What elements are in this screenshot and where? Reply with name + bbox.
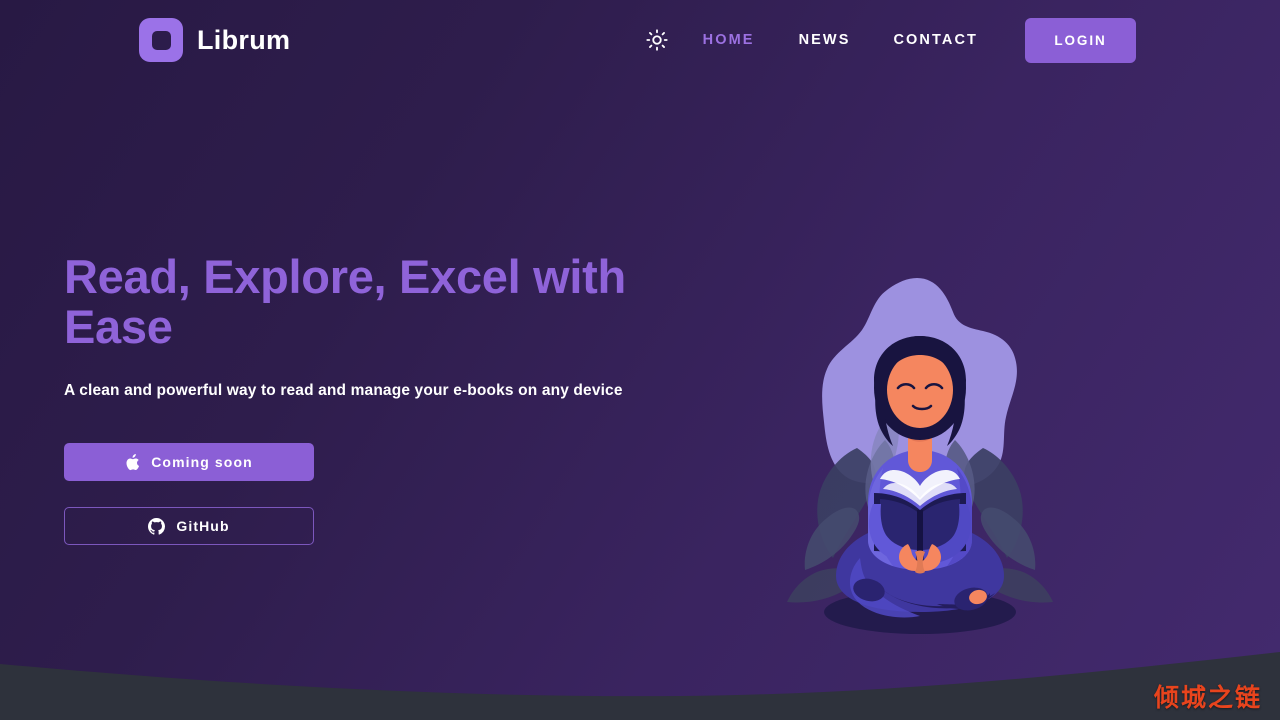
brand-name: Librum: [197, 24, 291, 55]
apple-icon: [125, 453, 140, 471]
nav-link-home[interactable]: HOME: [703, 32, 755, 48]
hero-section: Read, Explore, Excel with Ease A clean a…: [64, 252, 664, 545]
nav-link-contact[interactable]: CONTACT: [893, 32, 978, 48]
square-outline-logo-icon: [139, 18, 183, 62]
site-header: Librum HOME NEWS CONTACT LOGIN: [0, 0, 1280, 80]
github-button[interactable]: GitHub: [64, 507, 314, 545]
login-button[interactable]: LOGIN: [1025, 17, 1136, 63]
main-navigation: HOME NEWS CONTACT LOGIN: [644, 17, 1136, 63]
bottom-wave-decoration: [0, 652, 1280, 720]
coming-soon-label: Coming soon: [151, 454, 253, 470]
cta-button-group: Coming soon GitHub: [64, 443, 664, 545]
brand-logo[interactable]: Librum: [139, 18, 290, 62]
github-label: GitHub: [176, 518, 230, 534]
watermark-text: 倾城之链: [1153, 683, 1262, 712]
sun-icon[interactable]: [644, 27, 670, 53]
landing-page: Librum HOME NEWS CONTACT LOGIN Read, Exp…: [0, 0, 1280, 720]
coming-soon-button[interactable]: Coming soon: [64, 443, 314, 481]
nav-link-news[interactable]: NEWS: [799, 32, 851, 48]
woman-reading-book-illustration: [765, 272, 1075, 640]
github-icon: [148, 517, 166, 535]
hero-title: Read, Explore, Excel with Ease: [64, 250, 626, 353]
hero-subtitle: A clean and powerful way to read and man…: [64, 382, 623, 399]
